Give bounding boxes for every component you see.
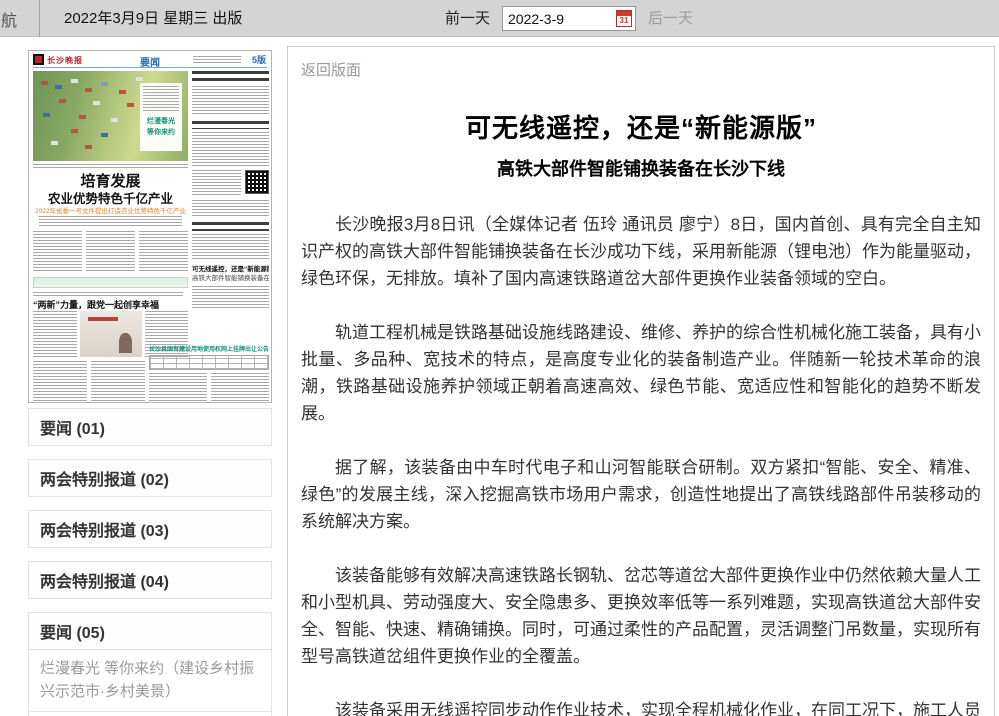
thumb-bottom-text-placeholder — [33, 361, 145, 401]
thumb-worker-photo — [80, 311, 142, 357]
date-input[interactable] — [506, 10, 616, 28]
thumb-aerial-photo: 烂漫春光 等你来约 — [33, 71, 188, 161]
article-paragraph: 据了解，该装备由中车时代电子和山河智能联合研制。双方紧扣“智能、安全、精准、绿色… — [301, 454, 981, 535]
next-day-link[interactable]: 后一天 — [648, 0, 693, 37]
qr-code-icon — [245, 170, 269, 194]
thumb-table-grid — [149, 355, 269, 370]
article-panel: 返回版面 可无线遥控，还是“新能源版” 高铁大部件智能铺换装备在长沙下线 长沙晚… — [287, 46, 995, 716]
article-subtitle: 高铁大部件智能铺换装备在长沙下线 — [301, 155, 981, 181]
thumb-village-roofs — [41, 81, 48, 85]
page-content: 长沙晚报 要闻 5版 烂漫春光 等你来约 培育发展 农业优势特色千亿产业 202… — [0, 37, 999, 716]
sidebar: 长沙晚报 要闻 5版 烂漫春光 等你来约 培育发展 农业优势特色千亿产业 202… — [28, 37, 272, 716]
sidebar-section-yaowen-01[interactable]: 要闻 (01) — [28, 408, 272, 446]
sidebar-section-yaowen-05[interactable]: 要闻 (05) — [28, 612, 272, 650]
thumb-photo-box-line2: 等你来约 — [143, 127, 179, 138]
thumb-mid-headline: “两新”力量，跟党一起创享幸福 — [33, 298, 191, 311]
thumb-photo-caption-placeholder — [33, 164, 188, 168]
page-thumbnail[interactable]: 长沙晚报 要闻 5版 烂漫春光 等你来约 培育发展 农业优势特色千亿产业 202… — [28, 50, 272, 403]
sidebar-section-lianghui-04[interactable]: 两会特别报道 (04) — [28, 561, 272, 599]
article-paragraph: 该装备采用无线遥控同步动作作业技术，实现全程机械化作业，在同工况下，施工人员较行… — [301, 697, 981, 716]
thumb-green-banner — [33, 277, 188, 288]
thumb-photo-box-line1: 烂漫春光 — [143, 116, 179, 127]
thumb-notice-table: 长沙县国有建设用地使用权网上挂牌出让公告 — [149, 344, 269, 401]
thumb-meta-lines-placeholder — [193, 56, 241, 63]
thumb-right-headline: 可无线遥控，还是“新能源版” — [192, 265, 269, 274]
thumb-kicker-placeholder — [33, 292, 183, 296]
thumb-header-rule — [33, 67, 267, 68]
date-picker-field: 31 — [502, 6, 636, 31]
article-paragraph: 轨道工程机械是铁路基础设施线路建设、维修、养护的综合性机械化施工装备，具有小批量… — [301, 319, 981, 427]
thumb-right-subheadline: 高铁大部件智能铺换装备在长沙下线 — [192, 274, 269, 283]
prev-day-link[interactable]: 前一天 — [445, 0, 490, 37]
thumb-photo-text-box: 烂漫春光 等你来约 — [140, 83, 182, 151]
date-navigation-bar: 航 2022年3月9日 星期三 出版 前一天 31 后一天 — [0, 0, 999, 37]
calendar-icon-day: 31 — [617, 16, 631, 26]
article-body: 长沙晚报3月8日讯（全媒体记者 伍玲 通讯员 廖宁）8日，国内首创、具有完全自主… — [301, 211, 981, 716]
sidebar-section-lianghui-03[interactable]: 两会特别报道 (03) — [28, 510, 272, 548]
back-to-page-link[interactable]: 返回版面 — [301, 59, 361, 80]
thumb-page-number: 5版 — [252, 53, 266, 66]
article-title: 可无线遥控，还是“新能源版” — [301, 108, 981, 145]
sidebar-article-link[interactable]: 烂漫春光 等你来约（建设乡村振兴示范市·乡村美景） — [28, 650, 272, 712]
thumb-intro-lines-placeholder — [39, 216, 182, 227]
nav-menu-partial[interactable]: 航 — [0, 0, 40, 37]
calendar-icon[interactable]: 31 — [616, 10, 632, 27]
article-paragraph: 长沙晚报3月8日讯（全媒体记者 伍玲 通讯员 廖宁）8日，国内首创、具有完全自主… — [301, 211, 981, 292]
publish-date-label: 2022年3月9日 星期三 出版 — [64, 0, 242, 37]
thumb-notice-headline: 长沙县国有建设用地使用权网上挂牌出让公告 — [149, 344, 269, 353]
thumb-subhead: 2022年省委一号文件提出打造农业优势特色千亿产业 — [33, 205, 188, 215]
sidebar-article-link[interactable]: 培育发展农业优势特色千亿产业 — [28, 712, 272, 716]
thumb-text-columns-placeholder — [33, 231, 188, 273]
thumb-right-column: 可无线遥控，还是“新能源版” 高铁大部件智能铺换装备在长沙下线 — [192, 71, 269, 341]
nav-menu-partial-label: 航 — [1, 7, 17, 31]
sidebar-section-lianghui-02[interactable]: 两会特别报道 (02) — [28, 459, 272, 497]
article-paragraph: 该装备能够有效解决高速铁路长钢轨、岔芯等道岔大部件更换作业中仍然依赖大量人工和小… — [301, 562, 981, 670]
